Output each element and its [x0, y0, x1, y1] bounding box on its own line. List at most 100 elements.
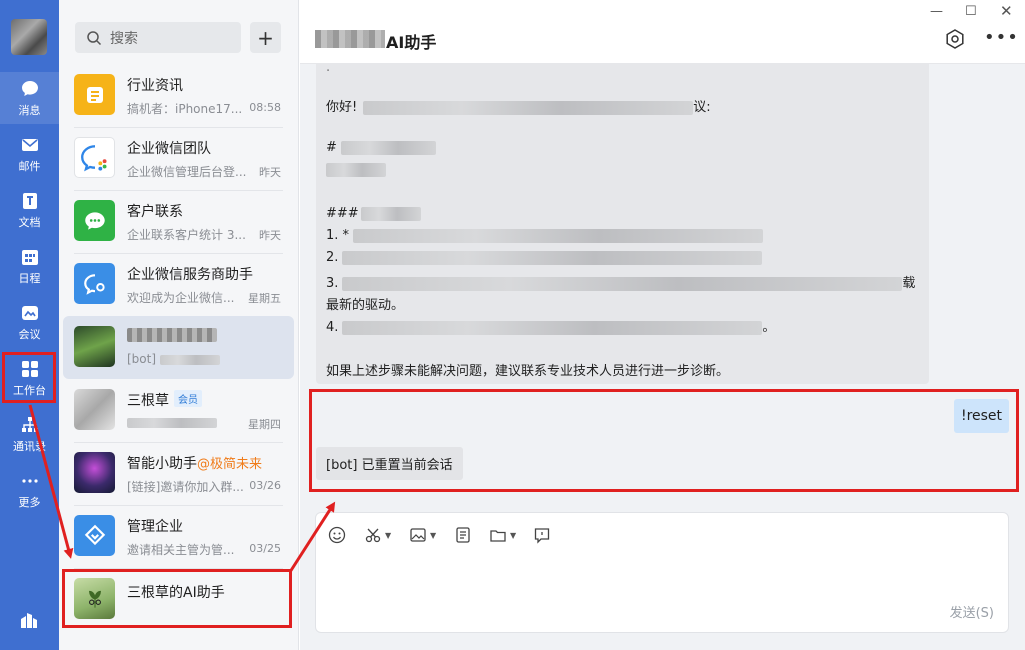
conversation-name: 管理企业 [127, 519, 183, 535]
member-badge: 会员 [174, 390, 202, 407]
conversation-name-blurred [127, 327, 217, 343]
conversation-time: 星期五 [248, 292, 281, 305]
more-dots-icon [21, 478, 38, 483]
rail-label: 日程 [18, 271, 41, 285]
message-composer[interactable]: ▼ ▼ ▼ 发送(S) [315, 512, 1009, 633]
list-item[interactable]: 企业微信服务商助手 欢迎成为企业微信... 星期五 [59, 253, 298, 316]
rail-item-messages[interactable]: 消息 [0, 72, 59, 124]
emoji-icon [328, 526, 346, 544]
image-icon [410, 528, 426, 542]
org-chart-icon [21, 416, 38, 432]
mention-tag: @极简未来 [197, 457, 263, 472]
chat-header: AI助手 — ☐ ✕ ••• [300, 0, 1025, 64]
image-button[interactable]: ▼ [409, 525, 436, 545]
annotation-box-chat-result [309, 389, 1019, 492]
rail-item-calendar[interactable]: 日程 [0, 240, 59, 292]
settings-icon[interactable] [944, 28, 966, 50]
close-icon[interactable]: ✕ [1000, 2, 1013, 20]
caret-down-icon[interactable]: ▼ [430, 531, 436, 540]
conversation-list: 搜索 + 行业资讯 搞机者：iPhone17... 08:58 企业微信团队 企… [59, 0, 299, 650]
chat-bubble-icon [21, 80, 38, 96]
message-line-item-4: 4.。 [326, 320, 776, 335]
emoji-button[interactable] [328, 525, 346, 545]
conversation-name: 企业微信服务商助手 [127, 267, 253, 283]
conversation-preview: 搞机者：iPhone17... [127, 102, 243, 116]
search-input[interactable]: 搜索 [75, 22, 241, 53]
add-button[interactable]: + [250, 22, 281, 53]
rail-item-contacts[interactable]: 通讯录 [0, 408, 59, 460]
news-icon [74, 74, 115, 115]
file-text-icon [456, 527, 470, 543]
document-button[interactable] [454, 525, 472, 545]
rail-label: 通讯录 [13, 439, 46, 453]
minimize-icon[interactable]: — [930, 4, 943, 19]
message-square-icon [534, 528, 550, 544]
manage-enterprise-icon [74, 515, 115, 556]
chat-record-button[interactable] [533, 525, 551, 545]
contact-avatar [74, 389, 115, 430]
conversation-time: 昨天 [259, 166, 281, 179]
more-options-icon[interactable]: ••• [984, 27, 1019, 48]
conversation-preview: [bot] [127, 352, 247, 366]
annotation-box-ai-assistant [62, 569, 292, 628]
maximize-icon[interactable]: ☐ [965, 4, 977, 19]
search-placeholder: 搜索 [110, 30, 138, 47]
caret-down-icon[interactable]: ▼ [385, 531, 391, 540]
message-fragment: · [326, 64, 331, 79]
message-line-blurred [326, 162, 386, 177]
list-item[interactable]: 智能小助手@极简未来 [链接]邀请你加入群... 03/26 [59, 442, 298, 505]
rail-item-meeting[interactable]: 会议 [0, 296, 59, 348]
list-item[interactable]: 管理企业 邀请相关主管为管... 03/25 [59, 505, 298, 568]
conversation-name: 智能小助手@极简未来 [127, 456, 263, 472]
caret-down-icon[interactable]: ▼ [510, 531, 516, 540]
message-line-subheading: ### [326, 206, 421, 221]
message-line-greeting: 你好! 议: [326, 100, 711, 115]
message-line-item-2: 2. [326, 250, 763, 265]
rail-label: 会议 [18, 327, 41, 341]
rail-item-docs[interactable]: 文档 [0, 184, 59, 236]
message-line-item-1: 1. * [326, 228, 764, 243]
conversation-preview: 企业微信管理后台登... [127, 165, 247, 179]
send-button[interactable]: 发送(S) [950, 602, 994, 621]
message-line-closing: 如果上述步骤未能解决问题，建议联系专业技术人员进行进一步诊断。 [326, 364, 730, 379]
conversation-time: 08:58 [249, 101, 281, 114]
conversation-preview: [链接]邀请你加入群... [127, 480, 244, 494]
screenshot-button[interactable]: ▼ [364, 525, 391, 545]
list-item[interactable]: 行业资讯 搞机者：iPhone17... 08:58 [59, 64, 298, 127]
service-assistant-icon [74, 263, 115, 304]
meeting-icon [21, 305, 38, 320]
scissors-icon [365, 528, 381, 543]
list-item[interactable]: 企业微信团队 企业微信管理后台登... 昨天 [59, 127, 298, 190]
folder-button[interactable]: ▼ [489, 525, 516, 545]
chat-title: AI助手 [386, 33, 437, 52]
calendar-icon [21, 249, 38, 265]
conversation-time: 03/26 [249, 479, 281, 492]
user-avatar[interactable] [11, 19, 47, 55]
chat-title-blurred-prefix [315, 30, 385, 48]
rail-item-more[interactable]: 更多 [0, 464, 59, 516]
message-line-heading: # [326, 140, 436, 155]
folder-icon [490, 530, 506, 542]
group-avatar [74, 326, 115, 367]
conversation-preview: 企业联系客户统计 3.... [127, 228, 247, 242]
conversation-preview: 欢迎成为企业微信... [127, 291, 235, 305]
conversation-name: 客户联系 [127, 204, 183, 220]
conversation-time: 昨天 [259, 229, 281, 242]
list-item[interactable]: 三根草 会员 星期四 [59, 379, 298, 442]
conversation-name: 企业微信团队 [127, 141, 211, 157]
buildings-icon[interactable] [19, 610, 39, 630]
message-line-item-3: 3. 载 [326, 276, 916, 291]
wecom-logo-icon [74, 137, 115, 178]
list-item-selected[interactable]: [bot] [63, 316, 294, 379]
bot-message-bubble: · 你好! 议: # ### 1. * 2. 3. 载 最新的驱动。 4.。 如果上… [316, 64, 929, 384]
conversation-preview-blurred [127, 415, 247, 429]
rail-item-mail[interactable]: 邮件 [0, 128, 59, 180]
conversation-preview: 邀请相关主管为管... [127, 543, 235, 557]
rail-label: 邮件 [18, 159, 41, 173]
list-item[interactable]: 客户联系 企业联系客户统计 3.... 昨天 [59, 190, 298, 253]
rail-label: 消息 [18, 103, 41, 117]
annotation-box-workbench [2, 352, 56, 403]
conversation-name: 行业资讯 [127, 78, 183, 94]
robot-avatar [74, 452, 115, 493]
message-line-item-3-cont: 最新的驱动。 [326, 298, 405, 313]
